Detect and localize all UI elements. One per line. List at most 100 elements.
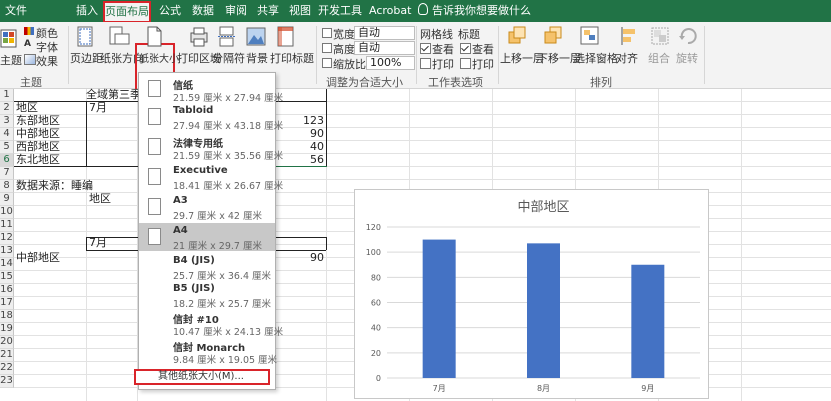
- tab-file[interactable]: 文件: [0, 0, 32, 22]
- row-header[interactable]: 4: [0, 128, 14, 141]
- tell-me-search[interactable]: 告诉我你想要做什么: [418, 0, 531, 22]
- paper-size-option-b5-jis[interactable]: B5 (JIS) 18.2 厘米 x 25.7 厘米: [139, 281, 275, 310]
- row-header[interactable]: 8: [0, 180, 14, 193]
- send-backward-icon: [544, 26, 562, 44]
- value-cell[interactable]: 56: [290, 154, 324, 166]
- effects-button[interactable]: 效果: [36, 53, 58, 69]
- tab-formulas[interactable]: 公式: [156, 0, 184, 22]
- height-select[interactable]: 自动: [354, 41, 415, 55]
- row-header[interactable]: 12: [0, 232, 14, 245]
- scale-icon: [322, 58, 332, 68]
- themes-icon[interactable]: [0, 28, 18, 50]
- paper-size-option-envelope-monarch[interactable]: 信封 Monarch 9.84 厘米 x 19.05 厘米: [139, 337, 277, 366]
- row-header[interactable]: 9: [0, 193, 14, 206]
- row-header[interactable]: 6: [0, 154, 14, 167]
- row-header[interactable]: 2: [0, 102, 14, 115]
- row-header[interactable]: 11: [0, 219, 14, 232]
- row-header[interactable]: 1: [0, 89, 14, 102]
- themes-button[interactable]: 主题: [0, 52, 22, 68]
- sheet-title-cell[interactable]: 全域第三季: [86, 89, 141, 101]
- region-label-cell[interactable]: 地区: [89, 193, 111, 205]
- tab-developer[interactable]: 开发工具: [316, 0, 364, 22]
- row-header[interactable]: 5: [0, 141, 14, 154]
- paper-size-dims: 21.59 厘米 x 27.94 厘米: [173, 93, 284, 104]
- align-icon: [621, 27, 635, 45]
- breaks-button[interactable]: 分隔符: [212, 50, 245, 66]
- gridlines-view-label: 查看: [432, 43, 454, 56]
- headings-print-checkbox[interactable]: [460, 58, 471, 69]
- month-cell[interactable]: 7月: [89, 237, 107, 249]
- margins-button[interactable]: 页边距: [70, 50, 103, 66]
- table-border: [86, 237, 87, 250]
- row-header[interactable]: 15: [0, 271, 14, 284]
- month-header-cell[interactable]: 7月: [89, 102, 107, 114]
- height-icon: [322, 43, 332, 53]
- gridlines-view-checkbox[interactable]: [420, 43, 431, 54]
- row-header[interactable]: 21: [0, 349, 14, 362]
- paper-size-option-tabloid[interactable]: Tabloid 27.94 厘米 x 43.18 厘米: [139, 103, 283, 132]
- region-cell[interactable]: 东北地区: [16, 154, 60, 166]
- chart-container[interactable]: 中部地区 0 20 40 60 80 100 120 7月 8月 9月: [354, 189, 709, 399]
- row-header[interactable]: 20: [0, 336, 14, 349]
- rotate-button[interactable]: 旋转: [676, 50, 698, 66]
- tab-review[interactable]: 审阅: [222, 0, 250, 22]
- more-paper-sizes-button[interactable]: 其他纸张大小(M)...: [134, 369, 270, 385]
- colors-icon: [24, 27, 34, 35]
- y-tick-label: 0: [376, 374, 381, 383]
- row-header[interactable]: 17: [0, 297, 14, 310]
- paper-size-option-a4[interactable]: A4 21 厘米 x 29.7 厘米: [139, 223, 275, 252]
- background-button[interactable]: 背景: [246, 50, 268, 66]
- print-titles-button[interactable]: 打印标题: [270, 50, 314, 66]
- row-header[interactable]: 16: [0, 284, 14, 297]
- y-tick-label: 60: [371, 299, 381, 308]
- tab-view[interactable]: 视图: [286, 0, 314, 22]
- width-select[interactable]: 自动: [354, 26, 415, 40]
- selection-pane-button[interactable]: 选择窗格: [574, 50, 618, 66]
- paper-size-button[interactable]: 纸张大小: [139, 50, 179, 65]
- paper-size-option-legal[interactable]: 法律专用纸 21.59 厘米 x 35.56 厘米: [139, 133, 283, 162]
- width-value: 自动: [358, 26, 380, 39]
- tab-data[interactable]: 数据: [189, 0, 217, 22]
- tab-share[interactable]: 共享: [254, 0, 282, 22]
- value-cell[interactable]: 123: [290, 115, 324, 127]
- orientation-icon: [109, 26, 130, 45]
- paper-size-name: B5 (JIS): [173, 283, 215, 294]
- paper-size-option-a3[interactable]: A3 29.7 厘米 x 42 厘米: [139, 193, 275, 222]
- x-tick-label: 8月: [537, 384, 550, 393]
- row-header[interactable]: 13: [0, 245, 14, 258]
- paper-size-option-envelope-10[interactable]: 信封 #10 10.47 厘米 x 24.13 厘米: [139, 309, 283, 338]
- tab-page-layout[interactable]: 页面布局: [103, 1, 151, 23]
- data-source-cell[interactable]: 数据来源：睡编: [16, 180, 93, 192]
- row-header[interactable]: 22: [0, 362, 14, 375]
- gridlines-print-checkbox[interactable]: [420, 58, 431, 69]
- value-cell[interactable]: 90: [290, 252, 324, 264]
- region-header-cell[interactable]: 地区: [16, 102, 38, 114]
- row-header[interactable]: 3: [0, 115, 14, 128]
- region-cell[interactable]: 东部地区: [16, 115, 60, 127]
- row-header[interactable]: 23: [0, 375, 14, 388]
- align-button[interactable]: 对齐: [616, 50, 638, 66]
- row-header[interactable]: 19: [0, 323, 14, 336]
- paper-size-option-b4-jis[interactable]: B4 (JIS) 25.7 厘米 x 36.4 厘米: [139, 253, 275, 282]
- value-cell[interactable]: 40: [290, 141, 324, 153]
- selection-pane-icon: [580, 26, 599, 45]
- scale-input[interactable]: 100%: [366, 56, 415, 70]
- row-header[interactable]: 14: [0, 258, 14, 271]
- tab-insert[interactable]: 插入: [72, 0, 102, 22]
- y-tick-label: 20: [371, 349, 381, 358]
- row-header[interactable]: 7: [0, 167, 14, 180]
- y-tick-label: 120: [366, 223, 381, 232]
- region-cell[interactable]: 中部地区: [16, 252, 60, 264]
- row-header[interactable]: 18: [0, 310, 14, 323]
- chart-bar: [527, 243, 560, 378]
- tab-acrobat[interactable]: Acrobat: [369, 0, 411, 22]
- region-cell[interactable]: 西部地区: [16, 141, 60, 153]
- region-cell[interactable]: 中部地区: [16, 128, 60, 140]
- paper-size-option-letter[interactable]: 信纸 21.59 厘米 x 27.94 厘米: [139, 75, 283, 104]
- paper-size-option-executive[interactable]: Executive 18.41 厘米 x 26.67 厘米: [139, 163, 283, 192]
- paper-size-name: A3: [173, 195, 188, 206]
- value-cell[interactable]: 90: [290, 128, 324, 140]
- group-button[interactable]: 组合: [648, 50, 670, 66]
- headings-view-checkbox[interactable]: [460, 43, 471, 54]
- row-header[interactable]: 10: [0, 206, 14, 219]
